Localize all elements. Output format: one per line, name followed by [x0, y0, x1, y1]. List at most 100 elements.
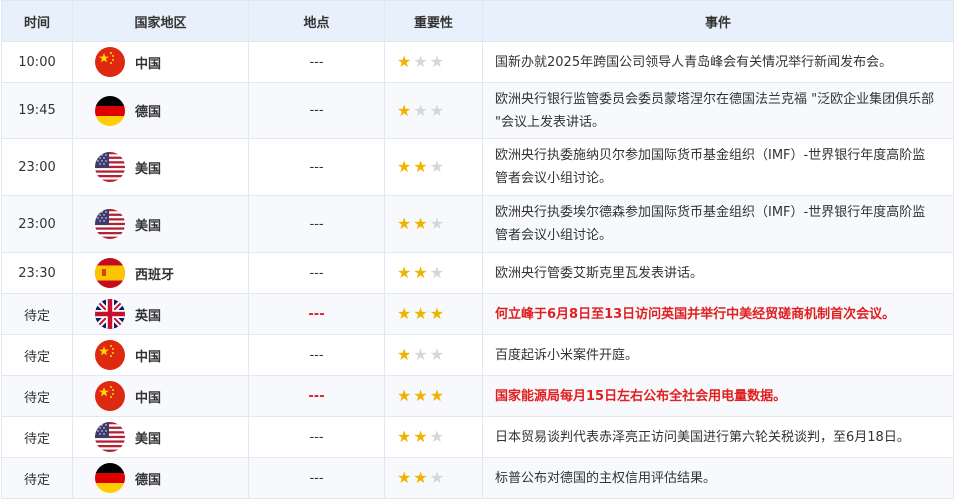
star-empty-icon: ★ — [429, 427, 445, 446]
event-time: 10:00 — [1, 41, 73, 83]
star-filled-icon: ★ — [397, 304, 412, 323]
star-empty-icon: ★ — [413, 345, 428, 364]
star-filled-icon: ★ — [413, 157, 428, 176]
star-filled-icon: ★ — [429, 304, 445, 323]
importance-stars: ★ ★ ★ — [385, 388, 482, 404]
star-empty-icon: ★ — [429, 468, 445, 487]
event-time: 19:45 — [1, 82, 73, 139]
country-name: 德国 — [135, 105, 162, 120]
table-row: 10:00 中国 --- ★ ★ ★ 国新办就2025年跨国公司领导人青岛峰会有关情… — [1, 41, 954, 83]
country-name: 美国 — [135, 161, 162, 177]
flag-de-icon — [95, 95, 125, 126]
flag-cn-icon — [95, 340, 125, 370]
event-country: 中国 — [72, 375, 249, 417]
event-country: 美国 — [72, 195, 249, 253]
star-filled-icon: ★ — [413, 427, 428, 446]
star-empty-icon: ★ — [413, 100, 428, 120]
event-country: 中国 — [72, 41, 249, 83]
flag-es-icon — [95, 258, 125, 288]
country-name: 西班牙 — [135, 267, 175, 283]
star-filled-icon: ★ — [397, 157, 412, 176]
event-time: 23:00 — [1, 195, 73, 253]
event-importance: ★ ★ ★ — [384, 195, 483, 253]
star-filled-icon: ★ — [397, 386, 412, 405]
event-time: 23:30 — [1, 252, 73, 294]
event-time: 待定 — [1, 416, 73, 458]
star-filled-icon: ★ — [413, 304, 428, 323]
event-place: --- — [248, 416, 385, 458]
flag-cn-icon — [95, 381, 125, 411]
table-row: 23:30 西班牙 --- ★ ★ ★ 欧洲央行管委艾斯克里瓦发表讲话。 — [1, 252, 954, 294]
star-filled-icon: ★ — [413, 468, 428, 487]
table-row: 23:00 美国 --- ★ ★ ★ 欧洲央行执委埃尔德森参加国际货币基金组织（IM… — [1, 195, 954, 253]
star-filled-icon: ★ — [397, 263, 412, 282]
event-country: 美国 — [72, 416, 249, 458]
event-place: --- — [248, 252, 385, 294]
table-row: 待定 德国 --- ★ ★ ★ 标普公布对德国的主权信用评估结果。 — [1, 457, 954, 499]
event-country: 德国 — [72, 457, 249, 499]
event-importance: ★ ★ ★ — [384, 416, 483, 458]
importance-stars: ★ ★ ★ — [385, 159, 482, 175]
importance-stars: ★ ★ ★ — [385, 306, 482, 322]
table-row: 待定 中国 --- ★ ★ ★ 国家能源局每月15日左右公布全社会用电量数据。 — [1, 375, 954, 417]
event-place: --- — [248, 334, 385, 376]
flag-us-icon — [95, 152, 125, 182]
star-filled-icon: ★ — [397, 214, 412, 233]
event-place: --- — [248, 82, 385, 139]
star-empty-icon: ★ — [413, 52, 428, 71]
event-place: --- — [248, 195, 385, 253]
star-filled-icon: ★ — [397, 427, 412, 446]
star-filled-icon: ★ — [397, 345, 412, 364]
event-importance: ★ ★ ★ — [384, 375, 483, 417]
event-place: --- — [248, 138, 385, 196]
country-name: 中国 — [135, 349, 162, 365]
event-importance: ★ ★ ★ — [384, 293, 483, 335]
table-row: 待定 中国 --- ★ ★ ★ 百度起诉小米案件开庭。 — [1, 334, 954, 376]
country-name: 中国 — [135, 56, 162, 72]
event-importance: ★ ★ ★ — [384, 252, 483, 294]
event-importance: ★ ★ ★ — [384, 138, 483, 196]
event-time: 待定 — [1, 334, 73, 376]
header-row: 时间 国家地区 地点 重要性 事件 — [1, 0, 954, 42]
importance-stars: ★ ★ ★ — [385, 54, 482, 70]
event-description: 何立峰于6月8日至13日访问英国并举行中美经贸磋商机制首次会议。 — [482, 293, 954, 335]
event-place: --- — [248, 41, 385, 83]
event-description: 欧洲央行管委艾斯克里瓦发表讲话。 — [482, 252, 954, 294]
country-name: 美国 — [135, 431, 162, 447]
country-name: 德国 — [135, 472, 162, 488]
table-row: 23:00 美国 --- ★ ★ ★ 欧洲央行执委施纳贝尔参加国际货币基金组织（IM… — [1, 138, 954, 196]
event-country: 德国 — [72, 82, 249, 139]
header-place: 地点 — [248, 0, 385, 42]
event-country: 英国 — [72, 293, 249, 335]
event-importance: ★ ★ ★ — [384, 82, 483, 139]
event-country: 西班牙 — [72, 252, 249, 294]
header-country: 国家地区 — [72, 0, 249, 42]
star-empty-icon: ★ — [429, 157, 445, 176]
star-filled-icon: ★ — [429, 386, 445, 405]
event-time: 待定 — [1, 375, 73, 417]
event-description: 日本贸易谈判代表赤泽亮正访问美国进行第六轮关税谈判，至6月18日。 — [482, 416, 954, 458]
event-description: 国新办就2025年跨国公司领导人青岛峰会有关情况举行新闻发布会。 — [482, 41, 954, 83]
star-filled-icon: ★ — [397, 468, 412, 487]
event-time: 待定 — [1, 457, 73, 499]
header-time: 时间 — [1, 0, 73, 42]
country-name: 美国 — [135, 218, 162, 234]
importance-stars: ★ ★ ★ — [385, 265, 482, 281]
table-row: 待定 英国 --- ★ ★ ★ 何立峰于6月8日至13日访问英国并举行中美经贸磋商机… — [1, 293, 954, 335]
event-importance: ★ ★ ★ — [384, 334, 483, 376]
importance-stars: ★ ★ ★ — [385, 216, 482, 232]
flag-de-icon — [95, 463, 125, 493]
star-empty-icon: ★ — [429, 100, 445, 120]
header-importance: 重要性 — [384, 0, 483, 42]
star-filled-icon: ★ — [397, 52, 412, 71]
flag-gb-icon — [95, 299, 125, 329]
economic-calendar-table: 时间 国家地区 地点 重要性 事件 10:00 中国 --- ★ ★ ★ 国新办就2… — [1, 0, 954, 499]
event-description: 欧洲央行银行监管委员会委员蒙塔涅尔在德国法兰克福 "泛欧企业集团俱乐部 "会议上… — [482, 82, 954, 139]
event-description: 欧洲央行执委施纳贝尔参加国际货币基金组织（IMF）-世界银行年度高阶监管者会议小… — [482, 138, 954, 196]
event-description: 标普公布对德国的主权信用评估结果。 — [482, 457, 954, 499]
event-country: 中国 — [72, 334, 249, 376]
event-place: --- — [248, 375, 385, 417]
event-place: --- — [248, 293, 385, 335]
event-description: 欧洲央行执委埃尔德森参加国际货币基金组织（IMF）-世界银行年度高阶监管者会议小… — [482, 195, 954, 253]
star-empty-icon: ★ — [429, 214, 445, 233]
